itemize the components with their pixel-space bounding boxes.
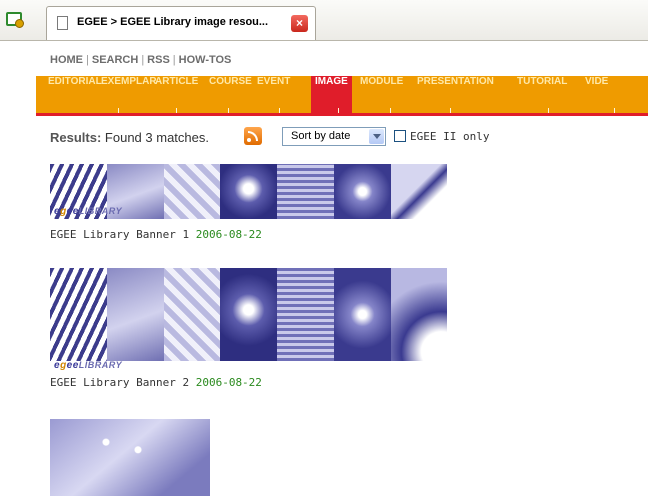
category-exemplar[interactable]: EXEMPLAR	[101, 76, 157, 113]
category-video[interactable]: VIDE	[585, 76, 608, 113]
top-navigation: HOME | SEARCH | RSS | HOW-TOS	[50, 54, 231, 66]
results-summary: Results: Found 3 matches.	[50, 130, 209, 145]
chevron-down-icon[interactable]	[369, 129, 384, 144]
banner-tile	[50, 268, 107, 361]
banner-tile	[334, 268, 391, 361]
nav-separator: |	[141, 54, 145, 66]
egee2-only-checkbox[interactable]	[394, 130, 406, 142]
egee-library-logo: egeeLIBRARY	[54, 206, 123, 217]
browser-tab[interactable]: EGEE > EGEE Library image resou... ×	[46, 6, 316, 40]
menu-divider	[614, 108, 615, 113]
menu-divider	[279, 108, 280, 113]
new-tab-icon[interactable]	[6, 12, 24, 28]
result-title-link[interactable]: EGEE Library Banner 2	[50, 376, 189, 389]
banner-tile	[277, 164, 334, 219]
menu-divider	[176, 108, 177, 113]
close-icon[interactable]: ×	[291, 15, 308, 32]
results-label: Results:	[50, 130, 102, 145]
category-image[interactable]: IMAGE	[311, 76, 352, 113]
menu-divider	[228, 108, 229, 113]
results-count: Found 3 matches.	[104, 130, 209, 145]
banner-tile	[164, 164, 220, 219]
image-thumbnail-3[interactable]	[50, 419, 210, 496]
result-date: 2006-08-22	[195, 228, 262, 241]
banner-tile	[391, 164, 447, 219]
menu-divider	[338, 108, 339, 113]
banner-tile	[334, 164, 391, 219]
egee2-only-label: EGEE II only	[410, 130, 490, 143]
category-course[interactable]: COURSE	[209, 76, 252, 113]
category-editorial[interactable]: EDITORIAL	[48, 76, 102, 113]
nav-home-link[interactable]: HOME	[50, 54, 83, 66]
banner-tile	[164, 268, 220, 361]
category-presentation[interactable]: PRESENTATION	[417, 76, 494, 113]
document-icon	[57, 16, 68, 30]
banner-tile	[107, 268, 164, 361]
egee-library-logo: egeeLIBRARY	[54, 360, 123, 371]
menu-divider	[548, 108, 549, 113]
banner-tile	[220, 164, 277, 219]
nav-separator: |	[86, 54, 89, 66]
menu-divider	[118, 108, 119, 113]
rss-icon[interactable]	[244, 127, 262, 145]
sort-select-value: Sort by date	[291, 130, 351, 142]
nav-howtos-link[interactable]: HOW-TOS	[179, 54, 232, 66]
nav-search-link[interactable]: SEARCH	[92, 54, 138, 66]
result-caption: EGEE Library Banner 2 2006-08-22	[50, 376, 262, 389]
result-title-link[interactable]: EGEE Library Banner 1	[50, 228, 189, 241]
banner-tile	[277, 268, 334, 361]
category-module[interactable]: MODULE	[360, 76, 403, 113]
nav-separator: |	[172, 54, 176, 66]
result-caption: EGEE Library Banner 1 2006-08-22	[50, 228, 262, 241]
menu-divider	[450, 108, 451, 113]
banner-tile	[220, 268, 277, 361]
category-tutorial[interactable]: TUTORIAL	[517, 76, 567, 113]
browser-tab-bar: EGEE > EGEE Library image resou... ×	[0, 0, 648, 41]
sort-select[interactable]: Sort by date	[282, 127, 386, 146]
result-date: 2006-08-22	[195, 376, 262, 389]
banner-thumbnail-2[interactable]	[50, 268, 447, 361]
category-event[interactable]: EVENT	[257, 76, 290, 113]
nav-rss-link[interactable]: RSS	[147, 54, 170, 66]
tab-title: EGEE > EGEE Library image resou...	[77, 16, 269, 28]
banner-tile	[391, 268, 447, 361]
category-bar: EDITORIAL EXEMPLAR ARTICLE COURSE EVENT …	[36, 76, 648, 116]
menu-divider	[390, 108, 391, 113]
